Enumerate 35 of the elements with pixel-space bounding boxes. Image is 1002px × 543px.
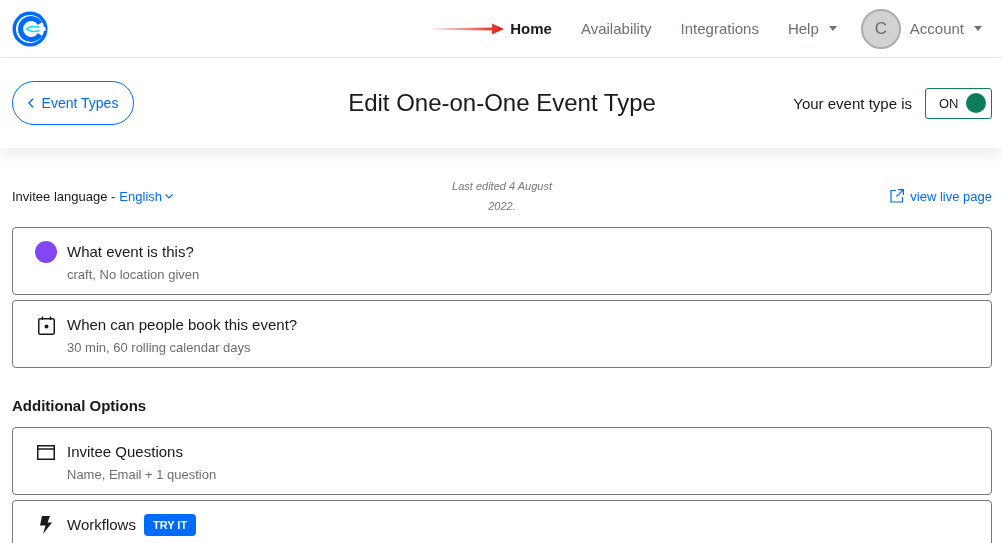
section-title: What event is this? <box>67 242 194 262</box>
nav-link[interactable]: Help <box>787 20 837 37</box>
section-card[interactable]: When can people book this event? 30 min, 60 rolling calendar days <box>12 300 992 368</box>
section-title: Invitee Questions <box>67 442 183 462</box>
chevron-down-icon <box>165 193 173 199</box>
try-it-badge: TRY IT <box>143 514 197 536</box>
logo-icon[interactable] <box>12 10 48 47</box>
nav-link[interactable]: Home <box>510 20 552 37</box>
toggle-knob-icon <box>966 93 986 113</box>
account-menu[interactable]: Account <box>909 20 982 37</box>
section-card[interactable]: Invitee Questions Name, Email + 1 question <box>12 427 992 495</box>
section-summary: 30 min, 60 rolling calendar days <box>67 339 252 357</box>
nav-link[interactable]: Integrations <box>680 20 759 37</box>
status-label: Your event type is <box>793 94 912 112</box>
section-title: Workflows <box>67 515 136 535</box>
page-title: Edit One-on-One Event Type <box>348 89 656 117</box>
section-heading: Additional Options <box>12 396 148 416</box>
back-button[interactable]: Event Types <box>12 81 134 125</box>
nav-link[interactable]: Availability <box>580 20 652 37</box>
view-live-page-link[interactable]: view live page <box>890 188 992 204</box>
language-dropdown[interactable]: English <box>119 188 173 204</box>
section-title: When can people book this event? <box>67 315 298 335</box>
lightning-icon <box>40 516 52 534</box>
avatar[interactable]: C <box>860 8 901 49</box>
section-card[interactable]: What event is this? craft, No location given <box>12 227 992 295</box>
chevron-left-icon <box>27 98 34 108</box>
on-off-toggle[interactable]: ON <box>925 87 992 119</box>
section-summary: craft, No location given <box>67 266 200 284</box>
last-edited-note: Last edited 4 August 2022. <box>451 179 554 214</box>
language-label: Invitee language - <box>12 188 116 204</box>
section-summary: Name, Email + 1 question <box>67 466 217 484</box>
calendar-icon <box>37 315 55 335</box>
section-card[interactable]: Workflows TRY IT <box>12 500 992 543</box>
window-icon <box>37 444 55 460</box>
external-link-icon <box>890 189 905 203</box>
